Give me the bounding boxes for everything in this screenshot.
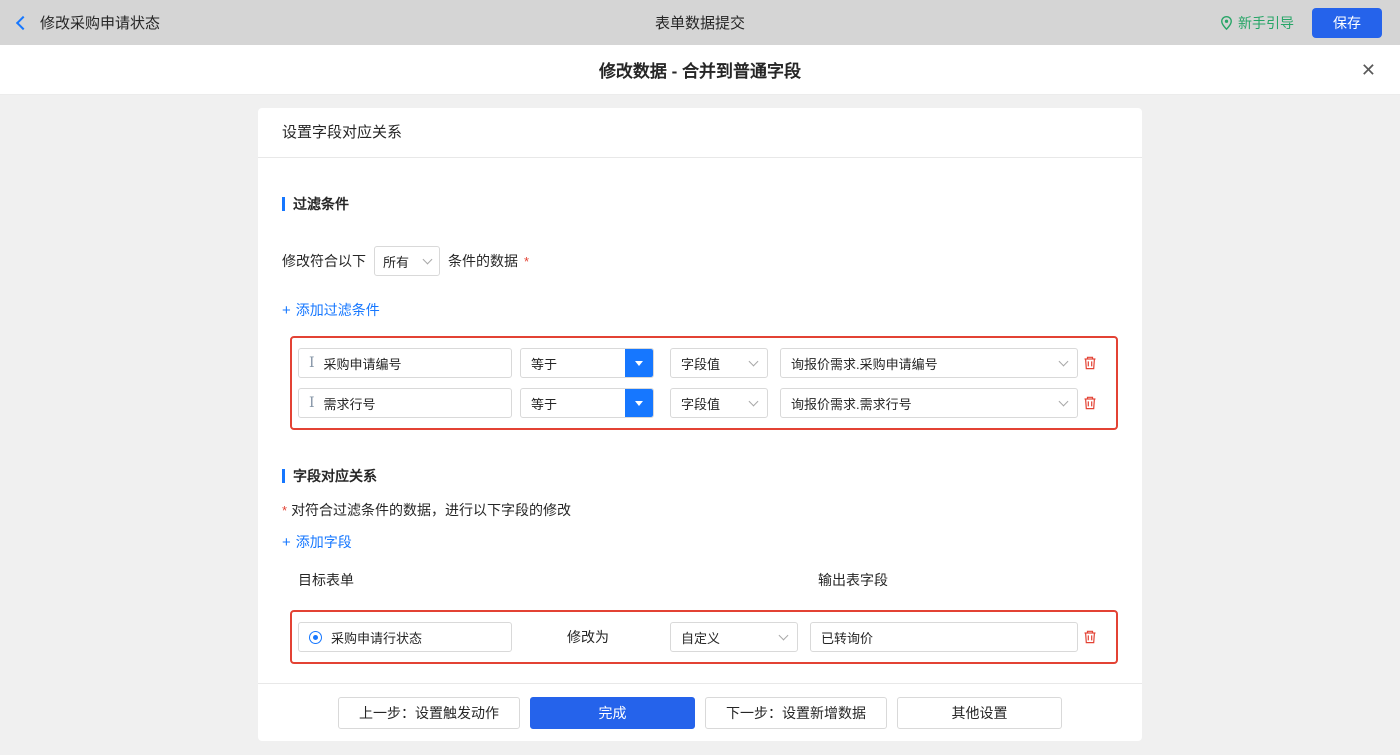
dialog-stage: 设置字段对应关系 过滤条件 修改符合以下 所有 条件的数据 * + 添加过滤条件… <box>0 95 1400 755</box>
chevron-down-icon <box>748 356 759 367</box>
filter-conditions-group: I 采购申请编号 等于 字段值 询报价需求.采购申请编号 I 需求行号 等于 字… <box>290 336 1118 430</box>
value-type-select[interactable]: 字段值 <box>670 388 768 418</box>
delete-filter-button[interactable] <box>1082 355 1098 371</box>
value-type-value: 字段值 <box>681 396 721 412</box>
condition-scope-value: 所有 <box>383 254 410 270</box>
operator-value: 等于 <box>531 396 558 412</box>
other-settings-button[interactable]: 其他设置 <box>897 696 1062 729</box>
caret-down-icon <box>635 400 643 406</box>
delete-mapping-button[interactable] <box>1082 629 1098 645</box>
page: 修改采购申请状态 表单数据提交 新手引导 保存 修改数据 - 合并到普通字段 ✕… <box>0 0 1400 755</box>
dialog-header: 修改数据 - 合并到普通字段 ✕ <box>0 45 1400 95</box>
topbar-title: 表单数据提交 <box>654 15 746 32</box>
beginner-guide-link[interactable]: 新手引导 <box>1220 13 1294 33</box>
back-icon[interactable] <box>15 15 31 30</box>
condition-scope-select[interactable]: 所有 <box>374 246 440 276</box>
next-step-button[interactable]: 下一步：设置新增数据 <box>705 696 887 729</box>
value-mode-value: 自定义 <box>681 630 721 646</box>
trash-icon <box>1084 630 1096 644</box>
card-body: 过滤条件 修改符合以下 所有 条件的数据 * + 添加过滤条件 I 采购申请编号… <box>258 158 1142 683</box>
condition-scope-line: 修改符合以下 所有 条件的数据 * <box>282 246 1118 276</box>
beginner-guide-label: 新手引导 <box>1238 14 1294 31</box>
condition-prefix: 修改符合以下 <box>282 253 366 269</box>
mapping-description: 对符合过滤条件的数据，进行以下字段的修改 <box>291 502 572 518</box>
plus-icon: + <box>282 533 291 551</box>
text-field-icon: I <box>309 395 315 411</box>
topbar-right: 新手引导 保存 <box>1220 7 1382 38</box>
filter-row: I 采购申请编号 等于 字段值 询报价需求.采购申请编号 <box>298 343 1110 383</box>
trash-icon <box>1084 396 1096 410</box>
operator-dropdown-button[interactable] <box>625 349 653 377</box>
close-icon[interactable]: ✕ <box>1361 61 1376 79</box>
custom-value: 已转询价 <box>821 630 874 646</box>
mapping-section-label: 字段对应关系 <box>293 468 377 484</box>
mapping-section-title: 字段对应关系 <box>282 466 1118 486</box>
compare-value: 询报价需求.采购申请编号 <box>791 356 938 372</box>
custom-value-input[interactable]: 已转询价 <box>810 622 1078 652</box>
operator-select[interactable]: 等于 <box>520 348 654 378</box>
value-mode-select[interactable]: 自定义 <box>670 622 798 652</box>
chevron-down-icon <box>748 396 759 407</box>
filter-section-title: 过滤条件 <box>282 194 1118 214</box>
mapping-row: 采购申请行状态 修改为 自定义 已转询价 <box>298 617 1110 657</box>
delete-filter-button[interactable] <box>1082 395 1098 411</box>
chevron-down-icon <box>778 630 789 641</box>
field-mapping-group: 采购申请行状态 修改为 自定义 已转询价 <box>290 610 1118 664</box>
card-footer: 上一步：设置触发动作 完成 下一步：设置新增数据 其他设置 <box>258 683 1142 741</box>
text-field-icon: I <box>309 355 315 371</box>
operator-select[interactable]: 等于 <box>520 388 654 418</box>
add-filter-condition-link[interactable]: + 添加过滤条件 <box>282 300 380 320</box>
filter-field-input[interactable]: I 需求行号 <box>298 388 512 418</box>
topbar: 修改采购申请状态 表单数据提交 新手引导 保存 <box>0 0 1400 45</box>
mapping-column-headers: 目标表单 输出表字段 <box>282 570 1118 590</box>
trash-icon <box>1084 356 1096 370</box>
required-mark: * <box>282 502 288 518</box>
modify-to-label: 修改为 <box>567 629 609 645</box>
filter-row: I 需求行号 等于 字段值 询报价需求.需求行号 <box>298 383 1110 423</box>
filter-section-label: 过滤条件 <box>293 196 349 212</box>
value-type-value: 字段值 <box>681 356 721 372</box>
target-field-input[interactable]: 采购申请行状态 <box>298 622 512 652</box>
chevron-down-icon <box>1058 396 1069 407</box>
mapping-description-line: * 对符合过滤条件的数据，进行以下字段的修改 <box>282 500 1118 520</box>
section-bar-icon <box>282 469 285 483</box>
filter-field-value: 需求行号 <box>323 396 376 412</box>
add-field-label: 添加字段 <box>295 534 352 550</box>
dialog-title: 修改数据 - 合并到普通字段 <box>598 62 802 81</box>
condition-suffix: 条件的数据 <box>448 253 518 269</box>
prev-step-button[interactable]: 上一步：设置触发动作 <box>338 696 520 729</box>
chevron-down-icon <box>422 254 433 265</box>
compare-value: 询报价需求.需求行号 <box>791 396 912 412</box>
caret-down-icon <box>635 360 643 366</box>
add-field-link[interactable]: + 添加字段 <box>282 532 352 552</box>
settings-card: 设置字段对应关系 过滤条件 修改符合以下 所有 条件的数据 * + 添加过滤条件… <box>258 108 1142 741</box>
target-form-header: 目标表单 <box>298 572 354 588</box>
section-bar-icon <box>282 197 285 211</box>
add-filter-condition-label: 添加过滤条件 <box>295 302 380 318</box>
card-header: 设置字段对应关系 <box>258 108 1142 158</box>
target-field-value: 采购申请行状态 <box>331 630 423 646</box>
plus-icon: + <box>282 301 291 319</box>
radio-field-icon <box>309 630 322 644</box>
operator-value: 等于 <box>531 356 558 372</box>
output-field-header: 输出表字段 <box>818 572 888 588</box>
topbar-left: 修改采购申请状态 <box>15 12 161 33</box>
save-button[interactable]: 保存 <box>1312 7 1382 38</box>
chevron-down-icon <box>1058 356 1069 367</box>
filter-field-input[interactable]: I 采购申请编号 <box>298 348 512 378</box>
workflow-title: 修改采购申请状态 <box>40 15 161 32</box>
done-button[interactable]: 完成 <box>530 696 695 729</box>
operator-dropdown-button[interactable] <box>625 389 653 417</box>
value-type-select[interactable]: 字段值 <box>670 348 768 378</box>
compare-value-select[interactable]: 询报价需求.需求行号 <box>780 388 1078 418</box>
compare-value-select[interactable]: 询报价需求.采购申请编号 <box>780 348 1078 378</box>
filter-field-value: 采购申请编号 <box>323 356 402 372</box>
required-mark: * <box>524 253 530 269</box>
location-pin-icon <box>1221 15 1232 30</box>
